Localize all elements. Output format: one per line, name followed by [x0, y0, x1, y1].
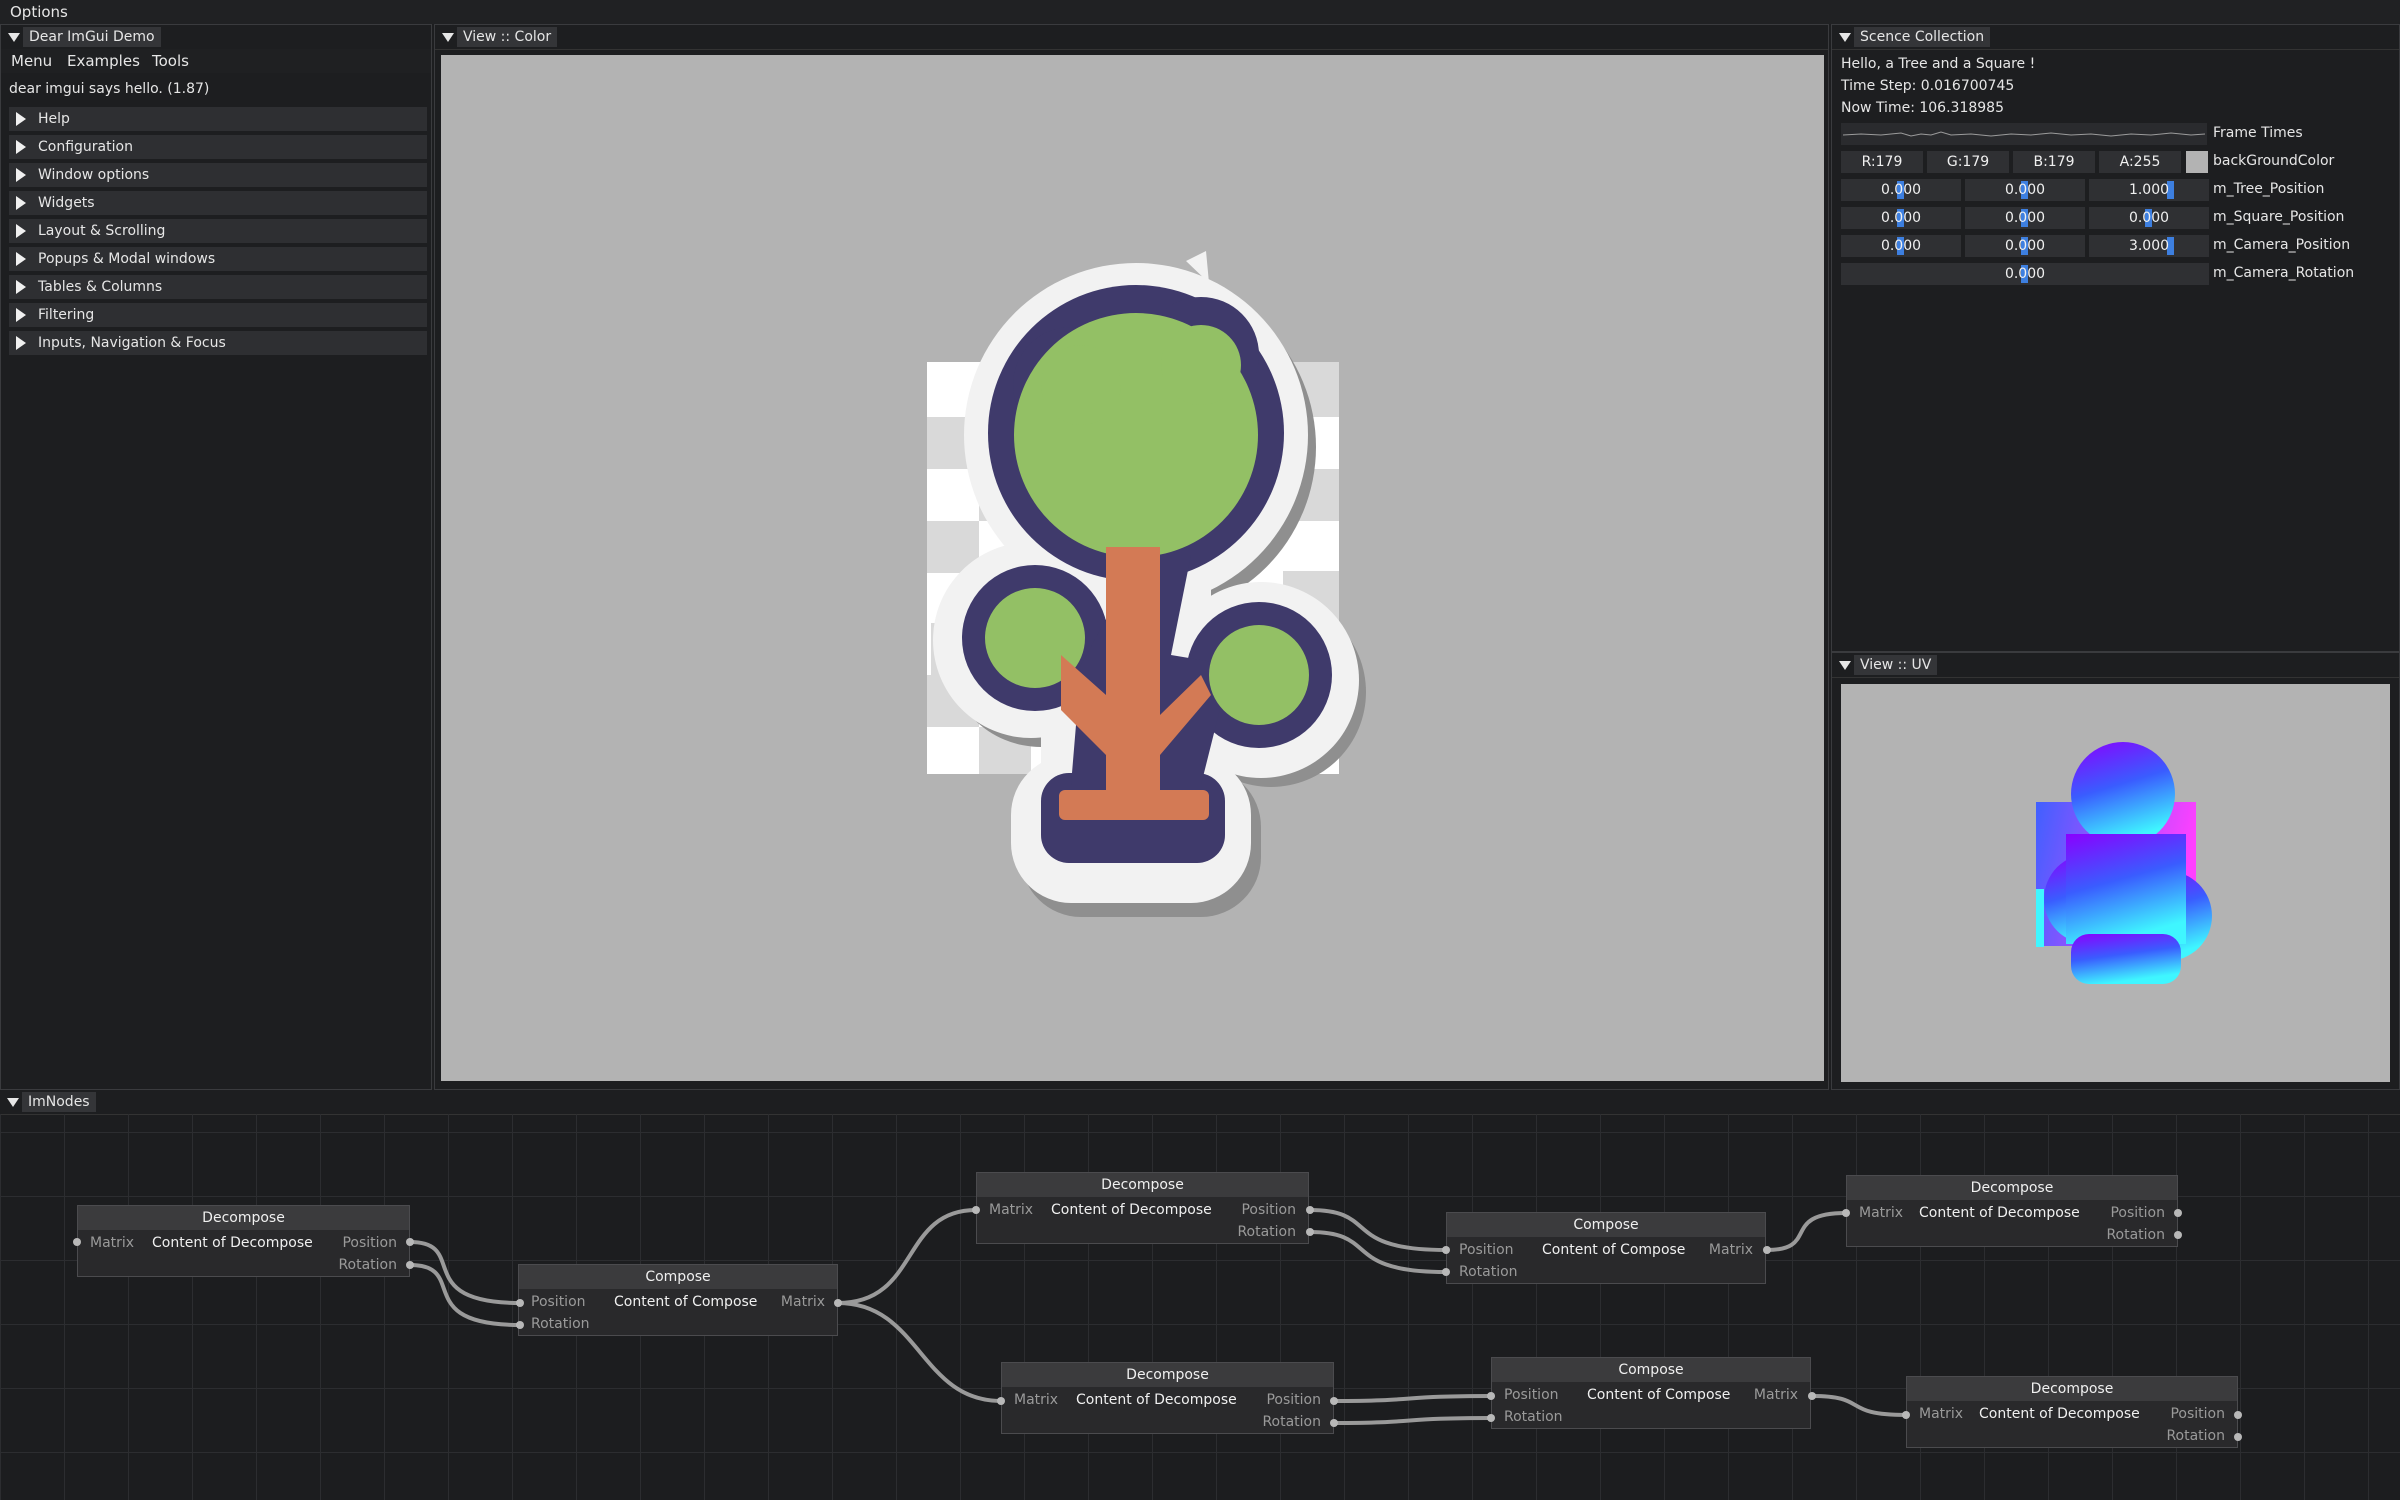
- rotation-output-pin[interactable]: [1306, 1228, 1314, 1236]
- rotation-input-pin[interactable]: [1442, 1268, 1450, 1276]
- matrix-output-label: Matrix: [780, 1294, 825, 1310]
- rotation-output-pin[interactable]: [2234, 1433, 2242, 1441]
- rotation-input-label: Rotation: [1459, 1264, 1518, 1280]
- node-title: Compose: [519, 1265, 837, 1289]
- rotation-output-pin[interactable]: [1330, 1419, 1338, 1427]
- node-title: Decompose: [1002, 1363, 1333, 1387]
- decompose-node[interactable]: Decompose Matrix Content of Decompose Po…: [976, 1172, 1309, 1244]
- decompose-node[interactable]: Decompose Matrix Content of Decompose Po…: [1846, 1175, 2178, 1247]
- node-content: Content of Decompose: [152, 1235, 313, 1251]
- matrix-output-pin[interactable]: [834, 1299, 842, 1307]
- matrix-input-pin[interactable]: [997, 1397, 1005, 1405]
- position-output-label: Position: [1241, 1202, 1296, 1218]
- position-output-pin[interactable]: [1330, 1397, 1338, 1405]
- node-content: Content of Compose: [614, 1294, 758, 1310]
- link: [409, 1240, 521, 1305]
- position-output-pin[interactable]: [406, 1238, 414, 1246]
- node-title: Decompose: [1907, 1377, 2237, 1401]
- rotation-output-label: Rotation: [2166, 1428, 2225, 1444]
- matrix-input-label: Matrix: [1014, 1392, 1059, 1408]
- matrix-input-label: Matrix: [1859, 1205, 1904, 1221]
- rotation-input-label: Rotation: [1504, 1409, 1563, 1425]
- compose-node[interactable]: Compose Position Content of Compose Matr…: [1446, 1212, 1766, 1284]
- link: [1811, 1394, 1907, 1417]
- matrix-input-pin[interactable]: [1842, 1209, 1850, 1217]
- node-content: Content of Decompose: [1979, 1406, 2140, 1422]
- node-content: Content of Decompose: [1919, 1205, 2080, 1221]
- link: [837, 1208, 977, 1305]
- position-input-label: Position: [1459, 1242, 1514, 1258]
- position-output-pin[interactable]: [1306, 1206, 1314, 1214]
- matrix-output-label: Matrix: [1708, 1242, 1753, 1258]
- position-output-label: Position: [342, 1235, 397, 1251]
- decompose-node[interactable]: Decompose Matrix Content of Decompose Po…: [1906, 1376, 2238, 1448]
- link: [837, 1301, 1002, 1403]
- link: [1309, 1208, 1447, 1252]
- rotation-output-label: Rotation: [1237, 1224, 1296, 1240]
- position-output-pin[interactable]: [2234, 1411, 2242, 1419]
- matrix-input-label: Matrix: [1919, 1406, 1964, 1422]
- position-output-label: Position: [2110, 1205, 2165, 1221]
- rotation-output-pin[interactable]: [2174, 1231, 2182, 1239]
- matrix-input-pin[interactable]: [1902, 1411, 1910, 1419]
- position-output-label: Position: [2170, 1406, 2225, 1422]
- matrix-input-label: Matrix: [989, 1202, 1034, 1218]
- node-title: Compose: [1492, 1358, 1810, 1382]
- rotation-output-label: Rotation: [338, 1257, 397, 1273]
- position-input-pin[interactable]: [1442, 1246, 1450, 1254]
- link: [1333, 1394, 1492, 1403]
- rotation-input-pin[interactable]: [1487, 1414, 1495, 1422]
- matrix-output-pin[interactable]: [1763, 1246, 1771, 1254]
- compose-node[interactable]: Compose Position Content of Compose Matr…: [518, 1264, 838, 1336]
- node-title: Decompose: [1847, 1176, 2177, 1200]
- position-input-label: Position: [1504, 1387, 1559, 1403]
- node-content: Content of Compose: [1587, 1387, 1731, 1403]
- node-content: Content of Decompose: [1051, 1202, 1212, 1218]
- decompose-node[interactable]: Decompose Matrix Content of Decompose Po…: [1001, 1362, 1334, 1434]
- position-output-label: Position: [1266, 1392, 1321, 1408]
- node-content: Content of Decompose: [1076, 1392, 1237, 1408]
- matrix-input-label: Matrix: [90, 1235, 135, 1251]
- position-output-pin[interactable]: [2174, 1209, 2182, 1217]
- matrix-output-pin[interactable]: [1808, 1392, 1816, 1400]
- compose-node[interactable]: Compose Position Content of Compose Matr…: [1491, 1357, 1811, 1429]
- matrix-input-pin[interactable]: [972, 1206, 980, 1214]
- link: [1333, 1416, 1492, 1425]
- rotation-input-label: Rotation: [531, 1316, 590, 1332]
- node-content: Content of Compose: [1542, 1242, 1686, 1258]
- matrix-output-label: Matrix: [1753, 1387, 1798, 1403]
- rotation-output-label: Rotation: [2106, 1227, 2165, 1243]
- rotation-output-pin[interactable]: [406, 1261, 414, 1269]
- rotation-output-label: Rotation: [1262, 1414, 1321, 1430]
- position-input-pin[interactable]: [1487, 1392, 1495, 1400]
- node-title: Decompose: [78, 1206, 409, 1230]
- rotation-input-pin[interactable]: [516, 1321, 524, 1329]
- link: [1766, 1211, 1847, 1252]
- node-title: Decompose: [977, 1173, 1308, 1197]
- node-title: Compose: [1447, 1213, 1765, 1237]
- matrix-input-pin[interactable]: [73, 1238, 81, 1246]
- position-input-pin[interactable]: [516, 1299, 524, 1307]
- decompose-node[interactable]: Decompose Matrix Content of Decompose Po…: [77, 1205, 410, 1277]
- position-input-label: Position: [531, 1294, 586, 1310]
